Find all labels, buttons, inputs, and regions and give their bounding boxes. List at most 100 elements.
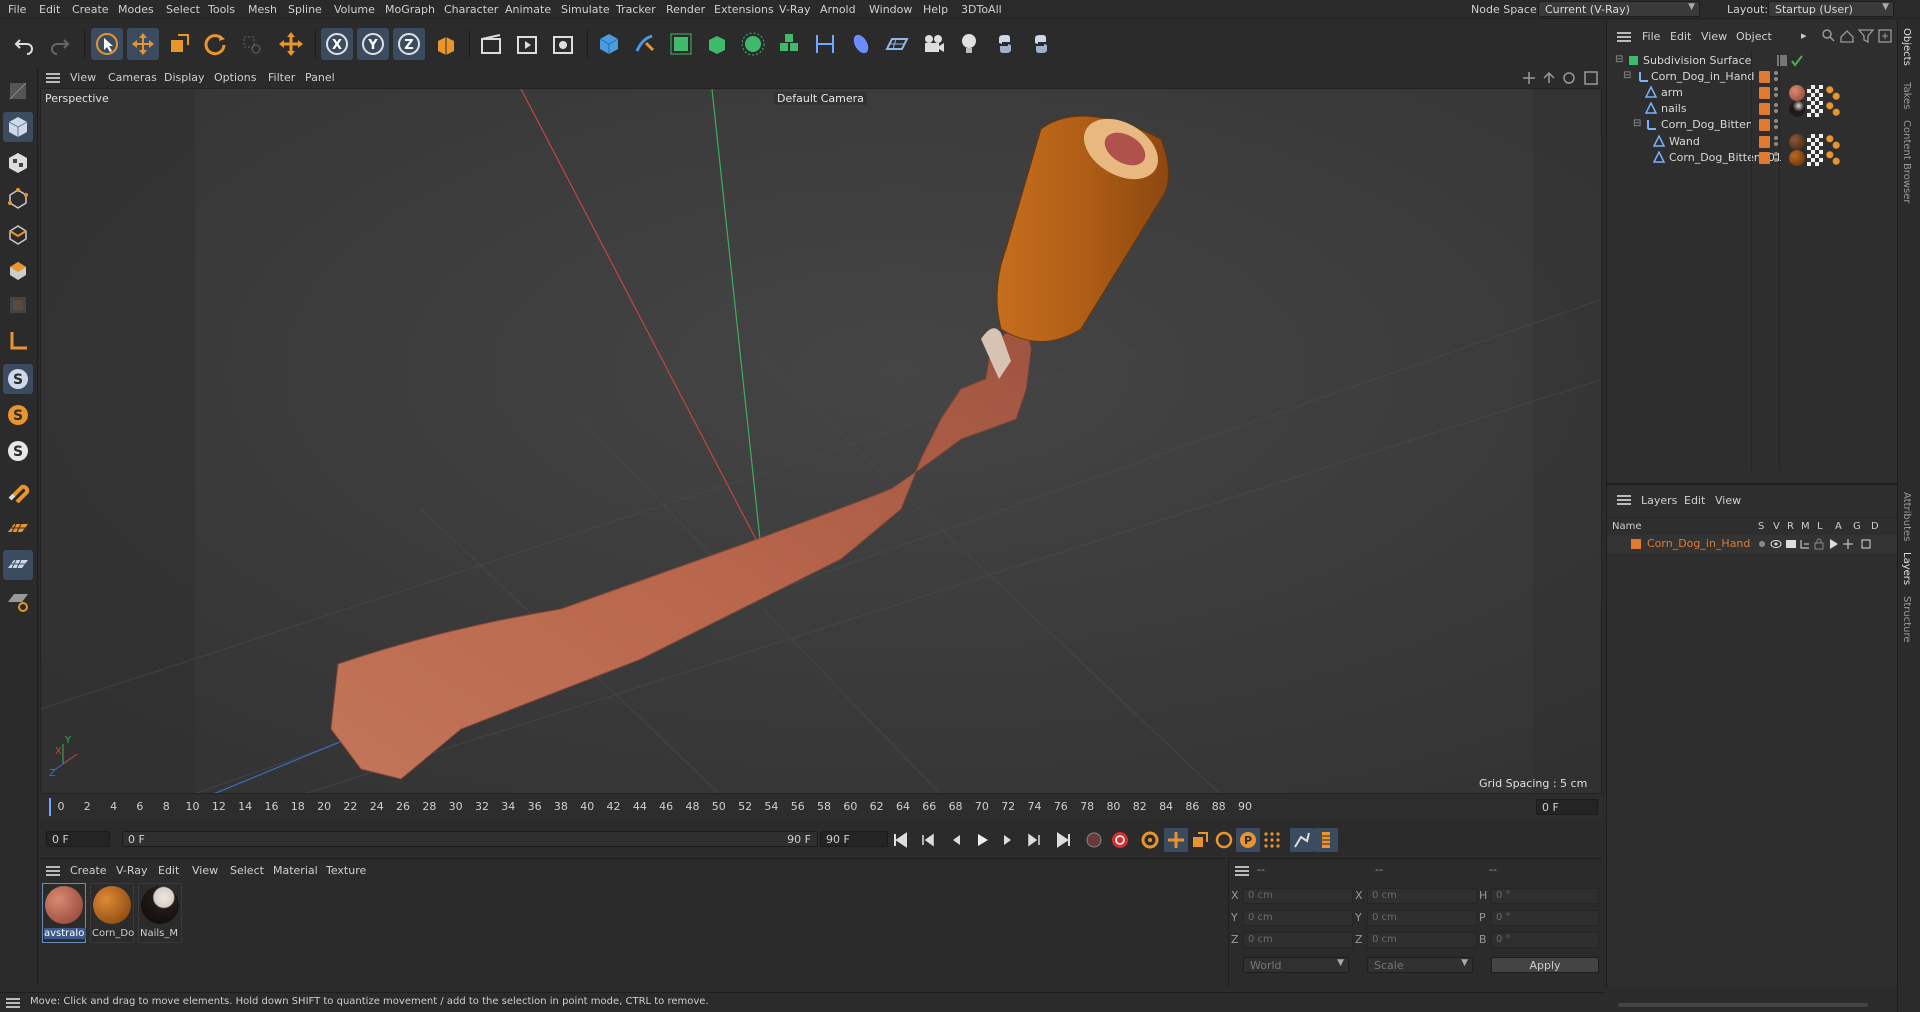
layer-menu-icon[interactable] <box>1617 495 1631 505</box>
floor-button[interactable] <box>881 28 913 60</box>
object-manager-tool-icons[interactable] <box>1821 28 1895 44</box>
3d-viewport[interactable]: Y X Z Perspective Default Camera Grid Sp… <box>40 88 1602 794</box>
menu-arnold[interactable]: Arnold <box>820 3 856 16</box>
subdivision-surface-button[interactable] <box>665 28 697 60</box>
axis-mode-button[interactable] <box>3 326 33 356</box>
snap-settings-button[interactable]: S <box>3 400 33 430</box>
menu-extensions[interactable]: Extensions <box>714 3 774 16</box>
uv-mode-button[interactable] <box>3 290 33 320</box>
menu-mograph[interactable]: MoGraph <box>385 3 435 16</box>
object-menu-edit[interactable]: Edit <box>1670 30 1691 43</box>
material-menu-material[interactable]: Material <box>273 864 318 877</box>
transform-tool-button[interactable] <box>275 28 307 60</box>
menu-character[interactable]: Character <box>444 3 498 16</box>
layer-color-swatch[interactable] <box>1759 103 1770 115</box>
snapping-button[interactable]: S <box>3 364 33 394</box>
field-button[interactable] <box>845 28 877 60</box>
menu-file[interactable]: File <box>8 3 26 16</box>
menu-render[interactable]: Render <box>666 3 705 16</box>
layout-dropdown[interactable]: Startup (User) ▼ <box>1768 1 1894 17</box>
material-tag-icon[interactable] <box>1789 150 1805 166</box>
material-menu-view[interactable]: View <box>192 864 218 877</box>
object-row-corn-dog-bitten001[interactable]: Corn_Dog_Bitten001 <box>1607 148 1898 168</box>
pen-spline-button[interactable] <box>629 28 661 60</box>
material-menu-edit[interactable]: Edit <box>158 864 179 877</box>
render-region-button[interactable] <box>475 28 507 60</box>
object-menu-icon[interactable] <box>1617 32 1631 42</box>
object-menu-object[interactable]: Object <box>1736 30 1772 43</box>
more-menu-icon[interactable]: ▸ <box>1801 29 1807 42</box>
menu-create[interactable]: Create <box>72 3 109 16</box>
magnet-button[interactable] <box>3 476 33 506</box>
rotation-p-field[interactable]: 0 ° <box>1491 910 1599 926</box>
quantize-button[interactable]: S <box>3 436 33 466</box>
layer-color-swatch[interactable] <box>1631 539 1641 549</box>
layer-color-swatch[interactable] <box>1759 87 1770 99</box>
position-x-field[interactable]: 0 cm <box>1243 888 1353 904</box>
selection-tag-icon[interactable] <box>1825 150 1841 166</box>
menu-animate[interactable]: Animate <box>505 3 551 16</box>
size-mode-dropdown[interactable]: Scale ▼ <box>1367 957 1473 973</box>
horizontal-scrollbar[interactable] <box>1606 1000 1896 1010</box>
timeline-ruler[interactable]: 0 2 4 6 8 10 12 14 16 18 20 22 24 26 28 30 32 34 36 38 40 42 4… <box>40 794 1602 820</box>
layer-menu-view[interactable]: View <box>1715 494 1741 507</box>
menu-vray[interactable]: V-Ray <box>779 3 811 16</box>
x-axis-lock-button[interactable]: X <box>321 28 353 60</box>
object-menu-file[interactable]: File <box>1642 30 1660 43</box>
viewport-menu-cameras[interactable]: Cameras <box>108 71 157 84</box>
key-parameter-button[interactable]: P <box>1236 828 1260 852</box>
size-z-field[interactable]: 0 cm <box>1367 932 1477 948</box>
python-plugin-button[interactable] <box>1025 28 1057 60</box>
menu-help[interactable]: Help <box>923 3 948 16</box>
tab-objects[interactable]: Objects <box>1901 28 1912 66</box>
previous-key-button[interactable] <box>916 828 940 852</box>
planar-workplane-button[interactable] <box>3 550 33 580</box>
scrollbar-thumb[interactable] <box>1618 1003 1868 1007</box>
go-to-start-button[interactable] <box>888 828 912 852</box>
workplane-button[interactable] <box>3 514 33 544</box>
menu-spline[interactable]: Spline <box>288 3 322 16</box>
material-menu-vray[interactable]: V-Ray <box>116 864 148 877</box>
points-mode-button[interactable] <box>3 184 33 214</box>
key-scale-button[interactable] <box>1188 828 1212 852</box>
material-menu-icon[interactable] <box>46 866 60 876</box>
visibility-dots[interactable] <box>1774 117 1778 133</box>
frame-range-slider[interactable]: 0 F 90 F <box>122 831 818 847</box>
tab-takes[interactable]: Takes <box>1901 82 1912 109</box>
layer-row[interactable]: Corn_Dog_in_Hand <box>1607 535 1898 553</box>
record-keys-button[interactable] <box>1082 828 1106 852</box>
motion-system-button[interactable] <box>1290 828 1314 852</box>
polygons-mode-button[interactable] <box>3 256 33 286</box>
make-editable-button[interactable] <box>3 76 33 106</box>
deformer-button[interactable] <box>809 28 841 60</box>
collapse-icon[interactable]: ⊟ <box>1633 118 1641 129</box>
next-frame-button[interactable] <box>996 828 1020 852</box>
viewport-menu-display[interactable]: Display <box>164 71 205 84</box>
light-button[interactable] <box>953 28 985 60</box>
viewport-menu-icon[interactable] <box>46 73 60 83</box>
material-swatch[interactable]: Corn_Do <box>90 883 134 943</box>
viewport-menu-panel[interactable]: Panel <box>305 71 335 84</box>
object-menu-view[interactable]: View <box>1701 30 1727 43</box>
edit-render-check-icons[interactable] <box>1777 54 1807 68</box>
mograph-button[interactable] <box>773 28 805 60</box>
current-frame-field[interactable]: 0 F <box>1536 799 1598 815</box>
select-tool-button[interactable] <box>91 28 123 60</box>
menu-mesh[interactable]: Mesh <box>248 3 277 16</box>
camera-button[interactable] <box>917 28 949 60</box>
rotate-tool-button[interactable] <box>199 28 231 60</box>
tab-attributes[interactable]: Attributes <box>1901 492 1912 541</box>
node-space-dropdown[interactable]: Current (V-Ray) ▼ <box>1538 1 1700 17</box>
viewport-menu-filter[interactable]: Filter <box>268 71 295 84</box>
timeline-window-button[interactable] <box>1314 828 1338 852</box>
menu-select[interactable]: Select <box>166 3 200 16</box>
live-selection-button[interactable] <box>235 28 267 60</box>
redo-button[interactable] <box>44 28 76 60</box>
material-menu-create[interactable]: Create <box>70 864 107 877</box>
menu-tracker[interactable]: Tracker <box>616 3 656 16</box>
uvw-tag-icon[interactable] <box>1807 150 1823 166</box>
tab-layers[interactable]: Layers <box>1901 552 1912 585</box>
model-mode-button[interactable] <box>3 112 33 142</box>
collapse-icon[interactable]: ⊟ <box>1615 54 1623 65</box>
y-axis-lock-button[interactable]: Y <box>357 28 389 60</box>
